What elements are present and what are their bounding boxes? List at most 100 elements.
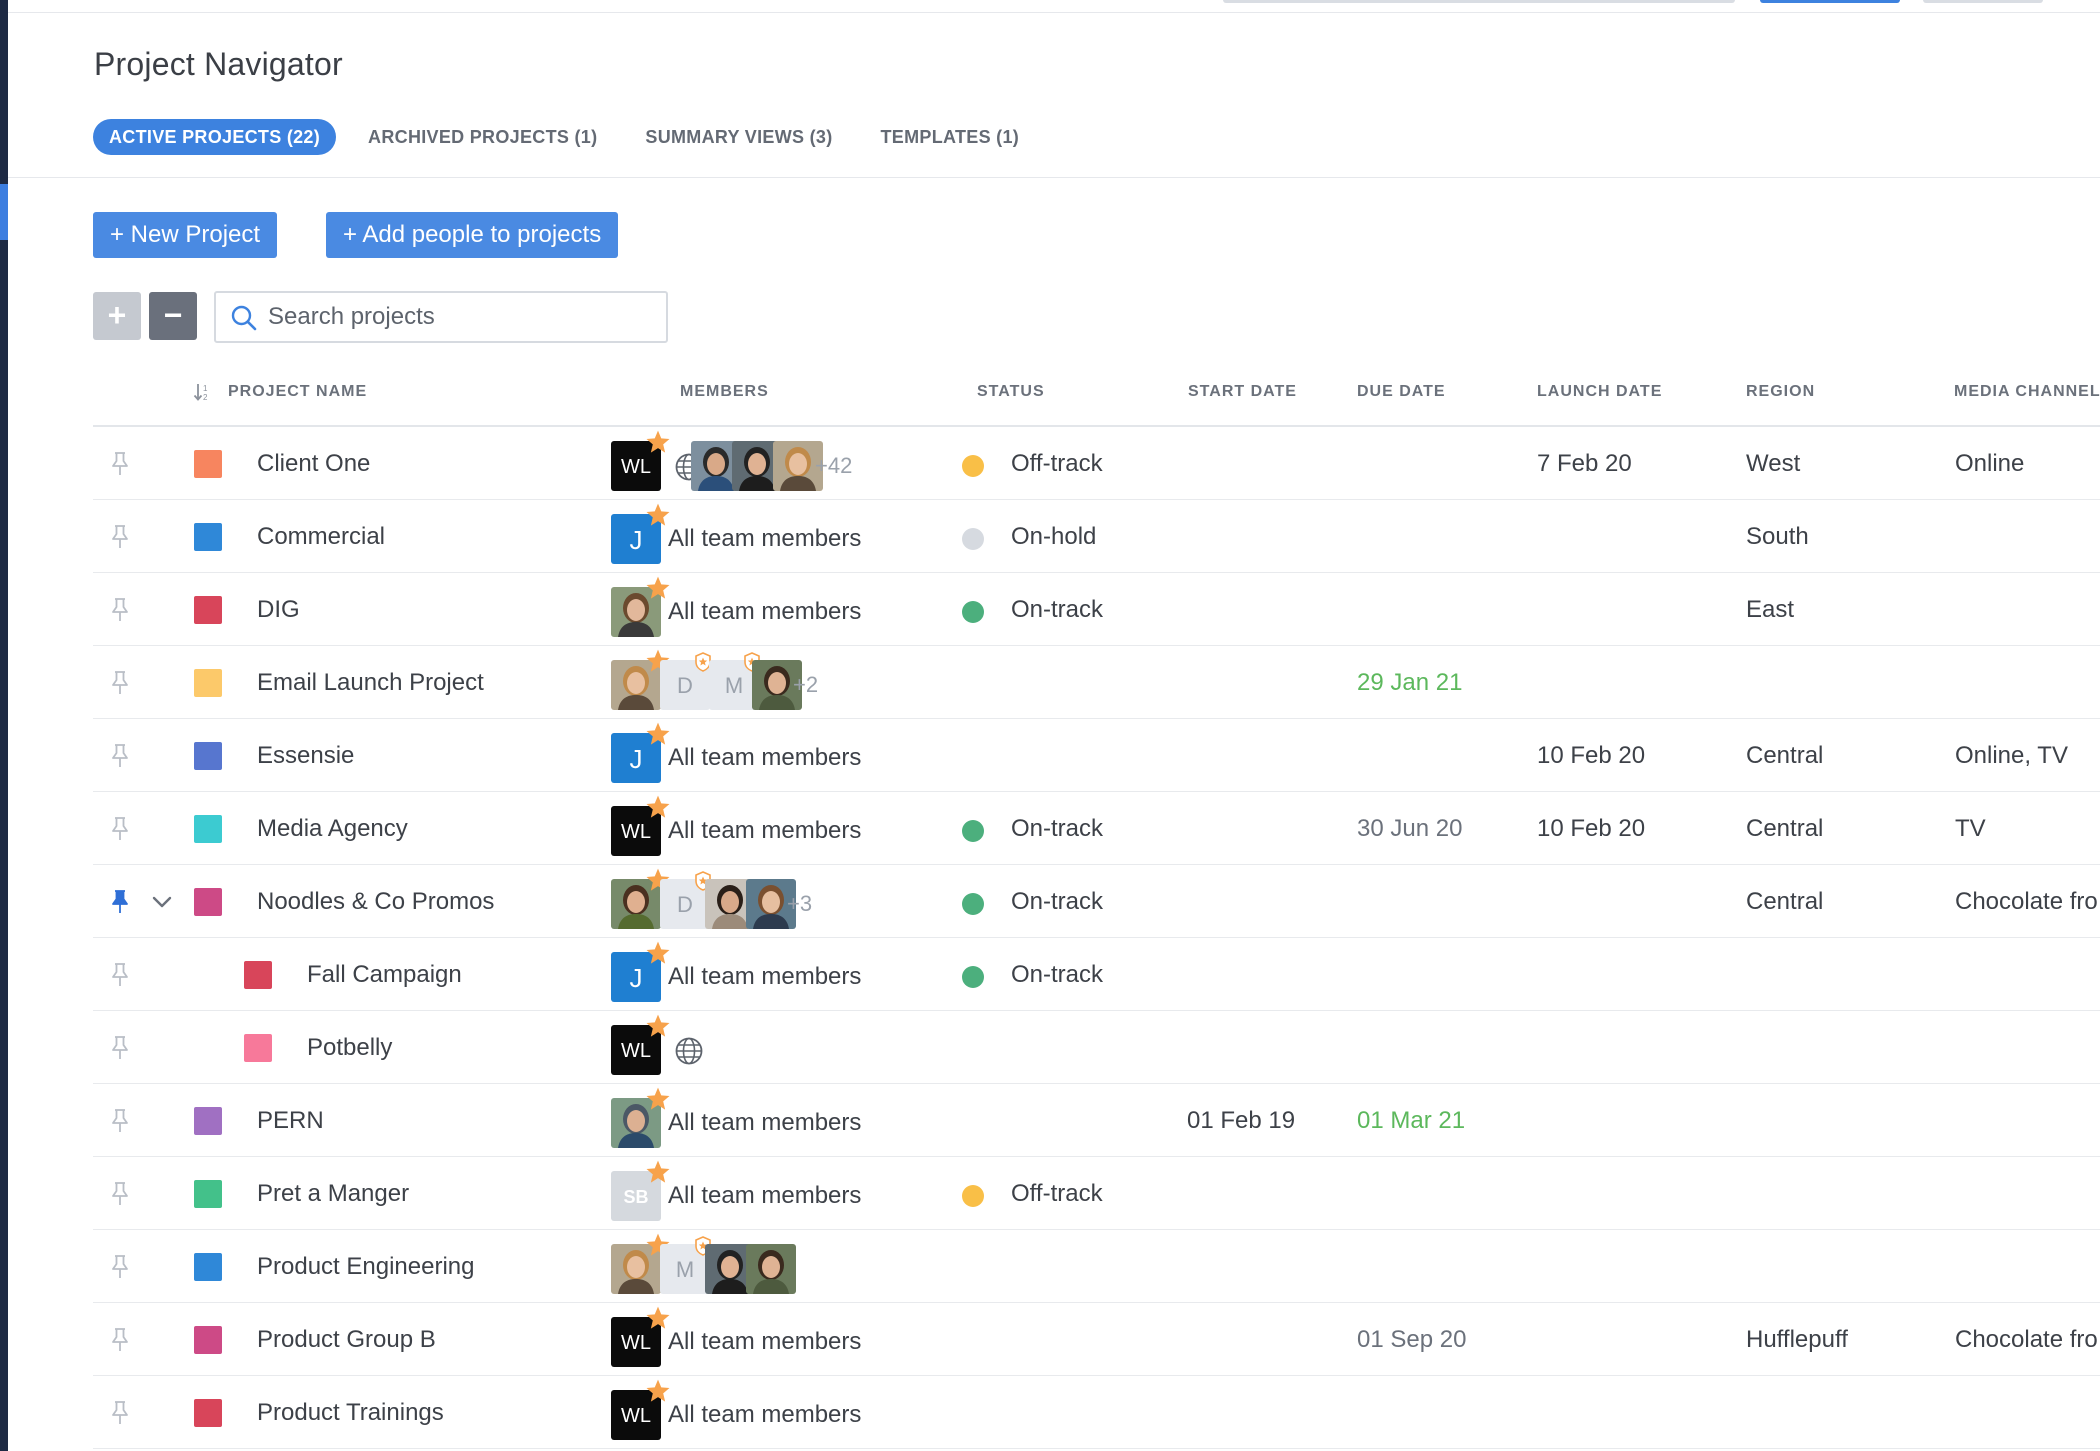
tab-archived-projects[interactable]: ARCHIVED PROJECTS (1) [352, 119, 613, 155]
pin-icon[interactable] [109, 889, 131, 915]
media-channel[interactable]: Chocolate fro [1955, 1303, 2098, 1376]
media-channel[interactable]: Online [1955, 427, 2024, 500]
project-name[interactable]: Product Engineering [257, 1230, 474, 1303]
media-channel[interactable]: Online, TV [1955, 719, 2068, 792]
avatar[interactable]: J [611, 941, 670, 1002]
project-name[interactable]: Media Agency [257, 792, 408, 865]
avatar-photo[interactable] [611, 1233, 670, 1294]
project-name[interactable]: PERN [257, 1084, 324, 1157]
pin-icon[interactable] [109, 1327, 131, 1353]
project-name[interactable]: Commercial [257, 500, 385, 573]
project-name[interactable]: Noodles & Co Promos [257, 865, 494, 938]
new-project-button[interactable]: + New Project [93, 212, 278, 258]
search-input[interactable] [268, 301, 648, 333]
col-status[interactable]: STATUS [977, 383, 1045, 401]
table-row[interactable]: Noodles & Co Promos D +3 On-track Central Cho… [93, 865, 2100, 938]
region[interactable]: Central [1746, 719, 1823, 792]
project-name[interactable]: Client One [257, 427, 370, 500]
pin-icon[interactable] [109, 451, 131, 477]
pin-icon[interactable] [109, 962, 131, 988]
avatar[interactable]: WL [611, 795, 670, 856]
pin-icon[interactable] [109, 816, 131, 842]
avatar[interactable]: J [611, 722, 670, 783]
status-label[interactable]: On-hold [1011, 500, 1096, 573]
expand-all-button[interactable]: + [93, 292, 141, 340]
pin-icon[interactable] [109, 1181, 131, 1207]
region[interactable]: South [1746, 500, 1809, 573]
tab-active-projects[interactable]: ACTIVE PROJECTS (22) [93, 119, 337, 155]
avatar-photo[interactable] [611, 649, 670, 710]
project-name[interactable]: Product Group B [257, 1303, 436, 1376]
region[interactable]: West [1746, 427, 1800, 500]
avatar-photo[interactable] [611, 576, 670, 637]
pin-icon[interactable] [109, 524, 131, 550]
launch-date[interactable]: 10 Feb 20 [1537, 719, 1645, 792]
pin-icon[interactable] [109, 1035, 131, 1061]
table-row[interactable]: Media Agency WL All team members On-track 30… [93, 792, 2100, 865]
table-row[interactable]: Fall Campaign J All team members On-track [93, 938, 2100, 1011]
col-due-date[interactable]: DUE DATE [1357, 383, 1446, 401]
avatar[interactable]: WL [611, 430, 670, 491]
avatar[interactable]: WL [611, 1306, 670, 1367]
col-project-name[interactable]: PROJECT NAME [228, 383, 367, 401]
status-label[interactable]: On-track [1011, 865, 1103, 938]
col-launch-date[interactable]: LAUNCH DATE [1537, 383, 1662, 401]
add-people-button[interactable]: + Add people to projects [326, 212, 619, 258]
avatar[interactable]: WL [611, 1014, 670, 1075]
avatar-photo[interactable] [611, 1087, 670, 1148]
tab-templates[interactable]: TEMPLATES (1) [865, 119, 1036, 155]
due-date[interactable]: 01 Sep 20 [1357, 1303, 1466, 1376]
table-row[interactable]: Client One WL +42 Off-track 7 Feb 20 West Onli… [93, 427, 2100, 500]
project-name[interactable]: Potbelly [307, 1011, 392, 1084]
collapse-all-button[interactable]: − [149, 292, 197, 340]
project-name[interactable]: Product Trainings [257, 1376, 444, 1449]
avatar[interactable]: SB [611, 1160, 670, 1221]
project-name[interactable]: Email Launch Project [257, 646, 484, 719]
more-members-count[interactable]: +3 [787, 865, 812, 943]
tab-summary-views[interactable]: SUMMARY VIEWS (3) [629, 119, 848, 155]
avatar[interactable]: M [660, 1236, 711, 1294]
due-date[interactable]: 30 Jun 20 [1357, 792, 1462, 865]
more-members-count[interactable]: +42 [815, 427, 852, 505]
status-label[interactable]: Off-track [1011, 427, 1103, 500]
table-row[interactable]: Pret a Manger SB All team members Off-track [93, 1157, 2100, 1230]
launch-date[interactable]: 10 Feb 20 [1537, 792, 1645, 865]
top-input-edge[interactable] [1223, 0, 1735, 3]
project-name[interactable]: Pret a Manger [257, 1157, 409, 1230]
table-row[interactable]: Product Group B WL All team members 01 Sep … [93, 1303, 2100, 1376]
status-label[interactable]: On-track [1011, 792, 1103, 865]
due-date[interactable]: 01 Mar 21 [1357, 1084, 1465, 1157]
col-region[interactable]: REGION [1746, 383, 1815, 401]
avatar[interactable]: J [611, 503, 670, 564]
table-row[interactable]: Potbelly WL [93, 1011, 2100, 1084]
table-row[interactable]: Product Engineering M [93, 1230, 2100, 1303]
status-label[interactable]: Off-track [1011, 1157, 1103, 1230]
project-name[interactable]: Fall Campaign [307, 938, 462, 1011]
pin-icon[interactable] [109, 1254, 131, 1280]
project-name[interactable]: Essensie [257, 719, 354, 792]
avatar[interactable]: D [660, 652, 711, 710]
more-members-count[interactable]: +2 [793, 646, 818, 724]
top-button-edge[interactable] [1760, 0, 1900, 3]
pin-icon[interactable] [109, 670, 131, 696]
media-channel[interactable]: TV [1955, 792, 1986, 865]
table-row[interactable]: DIG All team members On-track East [93, 573, 2100, 646]
status-label[interactable]: On-track [1011, 938, 1103, 1011]
avatar-photo[interactable] [746, 1244, 796, 1294]
table-row[interactable]: Essensie J All team members 10 Feb 20 Centra… [93, 719, 2100, 792]
table-row[interactable]: Email Launch Project D M +2 29 Jan 21 [93, 646, 2100, 719]
region[interactable]: Hufflepuff [1746, 1303, 1848, 1376]
project-name[interactable]: DIG [257, 573, 300, 646]
start-date[interactable]: 01 Feb 19 [1187, 1084, 1295, 1157]
media-channel[interactable]: Chocolate fro [1955, 865, 2098, 938]
pin-icon[interactable] [109, 743, 131, 769]
avatar[interactable]: D [660, 871, 711, 929]
launch-date[interactable]: 7 Feb 20 [1537, 427, 1632, 500]
due-date[interactable]: 29 Jan 21 [1357, 646, 1462, 719]
table-row[interactable]: PERN All team members 01 Feb 19 01 Mar 21 [93, 1084, 2100, 1157]
region[interactable]: Central [1746, 792, 1823, 865]
pin-icon[interactable] [109, 597, 131, 623]
col-media-channel[interactable]: MEDIA CHANNEL [1954, 383, 2100, 401]
pin-icon[interactable] [109, 1108, 131, 1134]
col-members[interactable]: MEMBERS [680, 383, 769, 401]
